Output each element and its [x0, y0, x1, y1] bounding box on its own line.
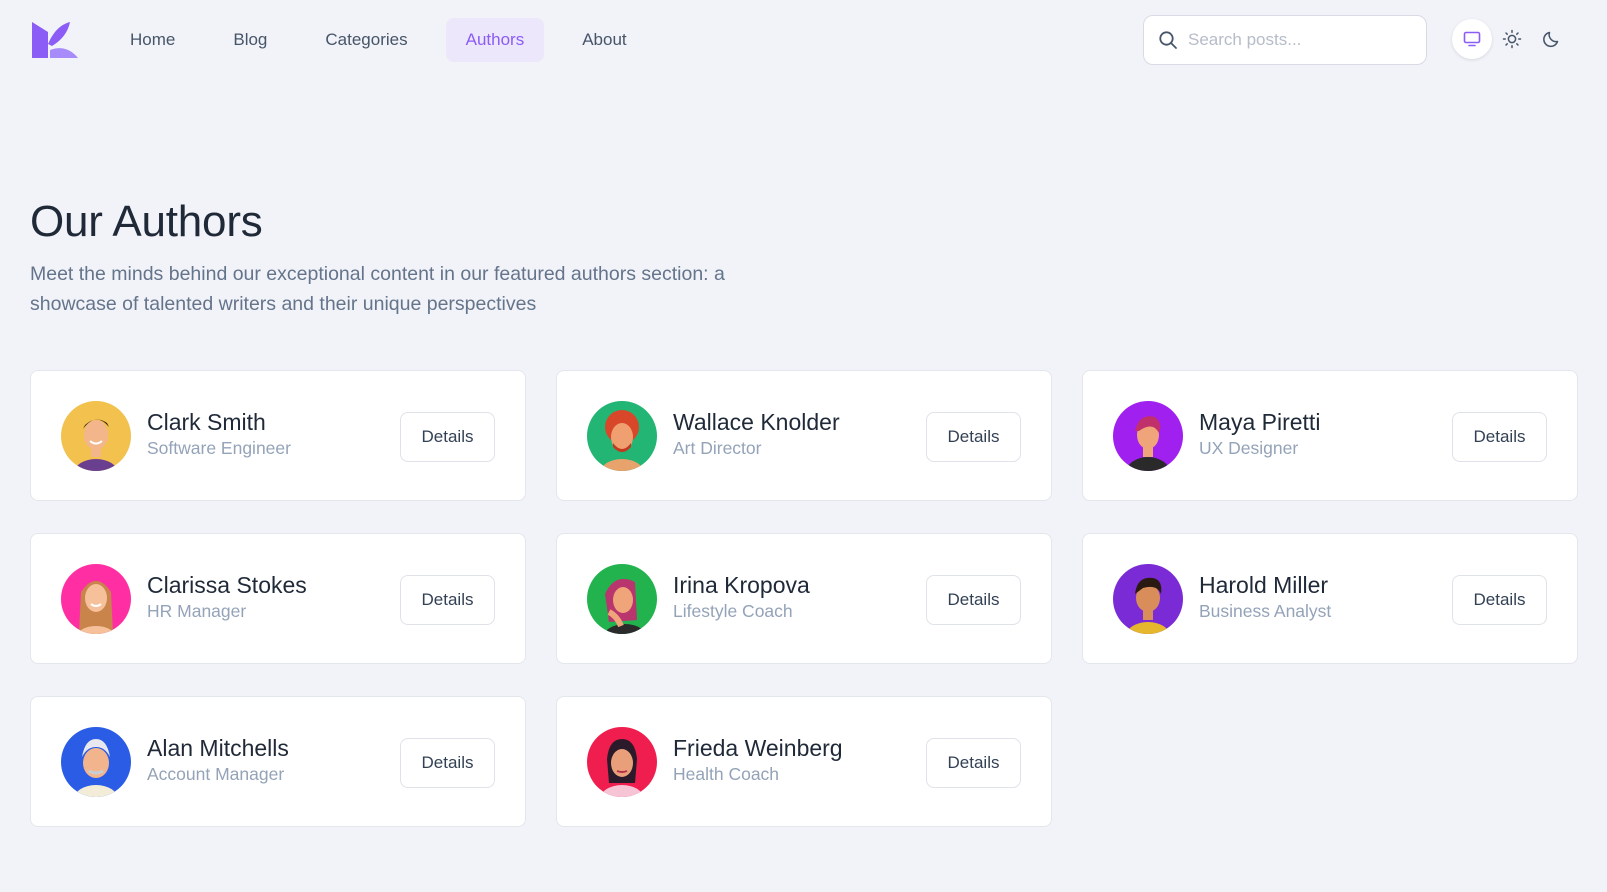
details-button[interactable]: Details	[926, 412, 1021, 462]
author-role: Lifestyle Coach	[673, 601, 793, 621]
theme-switcher	[1452, 19, 1572, 59]
details-button[interactable]: Details	[926, 575, 1021, 625]
author-role: Software Engineer	[147, 438, 291, 458]
authors-grid: Clark Smith Software Engineer Details Wa…	[30, 370, 1578, 827]
details-button[interactable]: Details	[400, 412, 495, 462]
search-box[interactable]	[1143, 15, 1427, 65]
details-button[interactable]: Details	[926, 738, 1021, 788]
page-subtitle: Meet the minds behind our exceptional co…	[30, 263, 725, 315]
logo-icon[interactable]	[30, 20, 80, 60]
avatar	[587, 401, 657, 471]
author-card: Clarissa Stokes HR Manager Details	[30, 533, 526, 664]
author-card: Frieda Weinberg Health Coach Details	[556, 696, 1052, 827]
details-button[interactable]: Details	[1452, 575, 1547, 625]
moon-icon	[1543, 31, 1559, 48]
details-button[interactable]: Details	[400, 738, 495, 788]
details-button[interactable]: Details	[400, 575, 495, 625]
author-name: Harold Miller	[1199, 572, 1329, 598]
main-nav: Home Blog Categories Authors About	[110, 18, 647, 62]
nav-home[interactable]: Home	[110, 18, 195, 62]
author-card: Irina Kropova Lifestyle Coach Details	[556, 533, 1052, 664]
author-card: Clark Smith Software Engineer Details	[30, 370, 526, 501]
author-card: Harold Miller Business Analyst Details	[1082, 533, 1578, 664]
author-name: Wallace Knolder	[673, 409, 840, 435]
author-card: Maya Piretti UX Designer Details	[1082, 370, 1578, 501]
monitor-icon	[1463, 31, 1481, 47]
author-name: Frieda Weinberg	[673, 735, 843, 761]
theme-dark-button[interactable]	[1532, 19, 1572, 59]
author-role: HR Manager	[147, 601, 247, 621]
author-name: Maya Piretti	[1199, 409, 1321, 435]
nav-about[interactable]: About	[562, 18, 646, 62]
nav-categories[interactable]: Categories	[305, 18, 427, 62]
search-input[interactable]	[1188, 30, 1408, 50]
theme-system-button[interactable]	[1452, 19, 1492, 59]
site-header: Home Blog Categories Authors About	[0, 0, 1607, 80]
author-name: Clark Smith	[147, 409, 266, 435]
author-role: Business Analyst	[1199, 601, 1332, 621]
search-icon	[1159, 31, 1177, 49]
page-title: Our Authors	[30, 197, 263, 246]
author-role: Health Coach	[673, 764, 780, 784]
avatar	[61, 564, 131, 634]
avatar	[61, 401, 131, 471]
author-name: Clarissa Stokes	[147, 572, 307, 598]
sun-icon	[1502, 29, 1522, 49]
avatar	[587, 564, 657, 634]
author-card: Alan Mitchells Account Manager Details	[30, 696, 526, 827]
details-button[interactable]: Details	[1452, 412, 1547, 462]
author-card: Wallace Knolder Art Director Details	[556, 370, 1052, 501]
nav-blog[interactable]: Blog	[213, 18, 287, 62]
nav-authors[interactable]: Authors	[445, 18, 545, 62]
page: Home Blog Categories Authors About Searc…	[0, 0, 1607, 892]
author-role: UX Designer	[1199, 438, 1299, 458]
avatar	[1113, 401, 1183, 471]
avatar	[587, 727, 657, 797]
author-name: Alan Mitchells	[147, 735, 289, 761]
theme-light-button[interactable]	[1492, 19, 1532, 59]
author-role: Art Director	[673, 438, 762, 458]
author-role: Account Manager	[147, 764, 285, 784]
author-name: Irina Kropova	[673, 572, 810, 598]
avatar	[61, 727, 131, 797]
avatar	[1113, 564, 1183, 634]
